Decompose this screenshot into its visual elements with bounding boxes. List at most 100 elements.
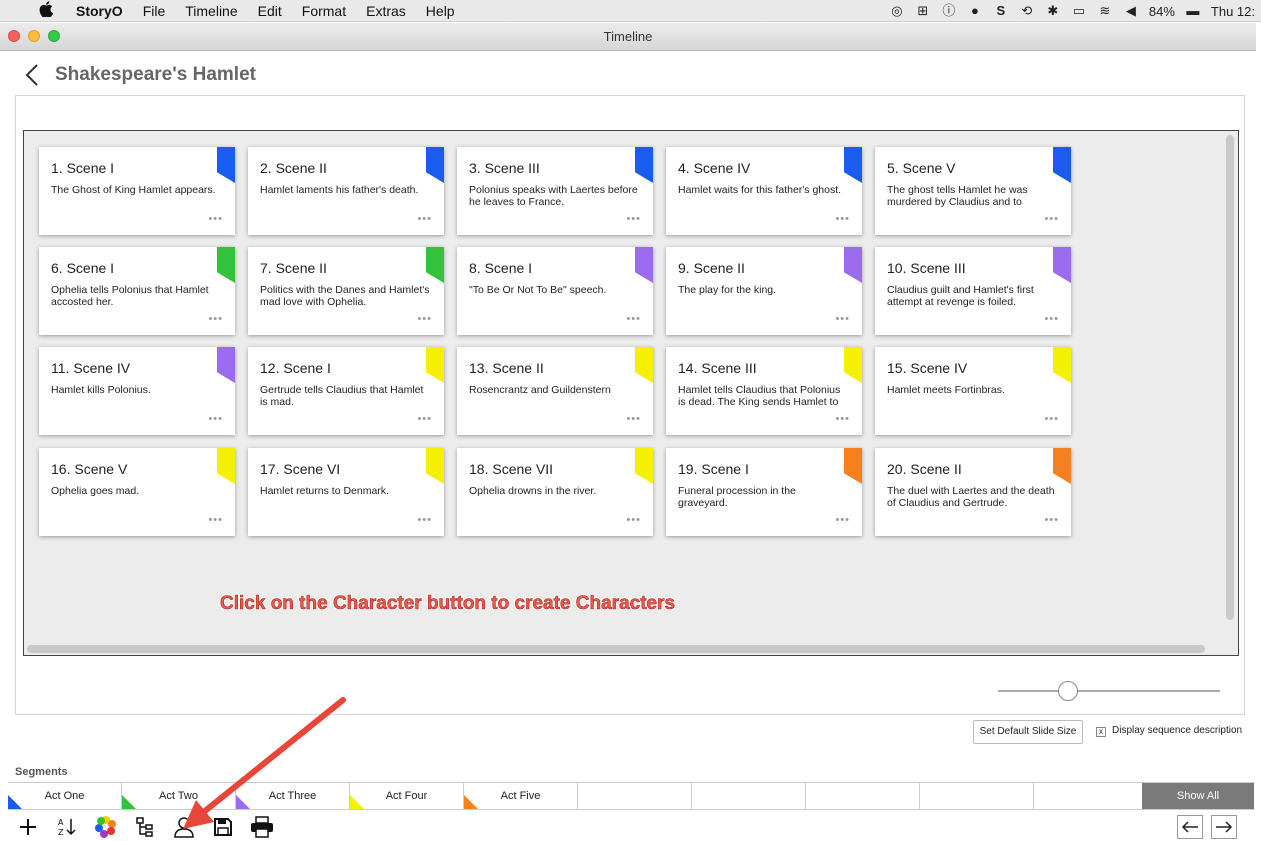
plus-icon[interactable] <box>16 815 40 839</box>
keyboard-icon[interactable]: ▭ <box>1071 3 1087 19</box>
display-sequence-checkbox[interactable]: x <box>1096 727 1106 737</box>
scene-card-title: 15. Scene IV <box>887 360 968 376</box>
menu-timeline[interactable]: Timeline <box>185 3 237 19</box>
segment-tab[interactable]: Act Three <box>236 783 350 809</box>
card-more-icon[interactable]: ••• <box>417 514 432 526</box>
menu-edit[interactable]: Edit <box>258 3 282 19</box>
segment-tab[interactable]: Act Five <box>464 783 578 809</box>
show-all-button[interactable]: Show All <box>1142 783 1254 809</box>
next-arrow-button[interactable] <box>1211 815 1237 839</box>
card-more-icon[interactable]: ••• <box>835 313 850 325</box>
segment-tab[interactable]: Act Two <box>122 783 236 809</box>
scene-card[interactable]: 9. Scene II The play for the king. ••• <box>666 247 862 335</box>
card-more-icon[interactable]: ••• <box>208 213 223 225</box>
card-more-icon[interactable]: ••• <box>626 413 641 425</box>
segment-color-flag <box>635 247 653 283</box>
segment-tab[interactable] <box>806 783 920 809</box>
segment-tab[interactable] <box>692 783 806 809</box>
card-more-icon[interactable]: ••• <box>417 213 432 225</box>
card-more-icon[interactable]: ••• <box>1044 213 1059 225</box>
segment-color-flag <box>426 147 444 183</box>
segment-label: Act Four <box>385 790 428 802</box>
set-default-slide-size-button[interactable]: Set Default Slide Size <box>973 720 1083 744</box>
scene-card[interactable]: 14. Scene III Hamlet tells Claudius that … <box>666 347 862 435</box>
cloud-sync-icon[interactable]: ◎ <box>889 3 905 19</box>
segment-color-flag <box>217 347 235 383</box>
color-wheel-icon[interactable] <box>94 815 118 839</box>
print-icon[interactable] <box>250 815 274 839</box>
scene-card[interactable]: 5. Scene V The ghost tells Hamlet he was … <box>875 147 1071 235</box>
menu-extras[interactable]: Extras <box>366 3 406 19</box>
segment-color-flag <box>844 147 862 183</box>
card-more-icon[interactable]: ••• <box>1044 514 1059 526</box>
scene-card[interactable]: 17. Scene VI Hamlet returns to Denmark. ••… <box>248 448 444 536</box>
card-more-icon[interactable]: ••• <box>835 514 850 526</box>
save-icon[interactable] <box>211 815 235 839</box>
character-icon[interactable] <box>172 815 196 839</box>
card-more-icon[interactable]: ••• <box>417 413 432 425</box>
card-more-icon[interactable]: ••• <box>417 313 432 325</box>
card-more-icon[interactable]: ••• <box>208 514 223 526</box>
scene-card[interactable]: 10. Scene III Claudius guilt and Hamlet's… <box>875 247 1071 335</box>
scene-card[interactable]: 13. Scene II Rosencrantz and Guildenstern… <box>457 347 653 435</box>
scene-card[interactable]: 15. Scene IV Hamlet meets Fortinbras. ••• <box>875 347 1071 435</box>
slide-size-slider-track[interactable] <box>998 690 1220 692</box>
slide-size-slider-thumb[interactable] <box>1058 681 1078 701</box>
scene-card[interactable]: 6. Scene I Ophelia tells Polonius that Ha… <box>39 247 235 335</box>
card-more-icon[interactable]: ••• <box>626 213 641 225</box>
card-more-icon[interactable]: ••• <box>208 413 223 425</box>
scene-card[interactable]: 1. Scene I The Ghost of King Hamlet appea… <box>39 147 235 235</box>
network-icon[interactable]: ⊞ <box>915 3 931 19</box>
scene-card[interactable]: 18. Scene VII Ophelia drowns in the river… <box>457 448 653 536</box>
display-sequence-label: Display sequence description <box>1112 725 1243 736</box>
menu-help[interactable]: Help <box>426 3 455 19</box>
scene-card[interactable]: 16. Scene V Ophelia goes mad. ••• <box>39 448 235 536</box>
s-app-icon[interactable]: S <box>993 3 1009 19</box>
segment-tab[interactable] <box>1034 783 1148 809</box>
battery-icon[interactable]: ▬ <box>1185 3 1201 19</box>
app-status-icon[interactable]: ● <box>967 3 983 19</box>
back-chevron-icon[interactable] <box>22 63 44 87</box>
previous-arrow-button[interactable] <box>1177 815 1203 839</box>
menu-format[interactable]: Format <box>302 3 346 19</box>
scene-card[interactable]: 4. Scene IV Hamlet waits for this father'… <box>666 147 862 235</box>
segment-tab[interactable] <box>578 783 692 809</box>
card-more-icon[interactable]: ••• <box>626 313 641 325</box>
scene-card[interactable]: 2. Scene II Hamlet laments his father's d… <box>248 147 444 235</box>
segment-tab[interactable]: Act Four <box>350 783 464 809</box>
time-machine-icon[interactable]: ⟲ <box>1019 3 1035 19</box>
horizontal-scrollbar[interactable] <box>27 645 1205 653</box>
scene-card[interactable]: 8. Scene I "To Be Or Not To Be" speech. ••… <box>457 247 653 335</box>
segment-color-marker <box>464 795 478 809</box>
card-more-icon[interactable]: ••• <box>626 514 641 526</box>
scene-card[interactable]: 20. Scene II The duel with Laertes and th… <box>875 448 1071 536</box>
alert-icon[interactable]: ⓘ <box>941 3 957 19</box>
sort-az-icon[interactable]: AZ <box>55 815 79 839</box>
card-more-icon[interactable]: ••• <box>835 413 850 425</box>
card-more-icon[interactable]: ••• <box>208 313 223 325</box>
card-more-icon[interactable]: ••• <box>835 213 850 225</box>
card-more-icon[interactable]: ••• <box>1044 413 1059 425</box>
segment-label: Act One <box>44 790 85 802</box>
scene-card[interactable]: 12. Scene I Gertrude tells Claudius that … <box>248 347 444 435</box>
wifi-icon[interactable]: ≋ <box>1097 3 1113 19</box>
segment-tab[interactable]: Act One <box>8 783 122 809</box>
volume-icon[interactable]: ◀ <box>1123 3 1139 19</box>
scene-card[interactable]: 19. Scene I Funeral procession in the gra… <box>666 448 862 536</box>
vertical-scrollbar[interactable] <box>1226 135 1234 620</box>
segment-tab[interactable] <box>920 783 1034 809</box>
segment-color-marker <box>236 795 250 809</box>
bluetooth-icon[interactable]: ✱ <box>1045 3 1061 19</box>
scene-card[interactable]: 3. Scene III Polonius speaks with Laertes… <box>457 147 653 235</box>
menu-file[interactable]: File <box>143 3 166 19</box>
scene-card[interactable]: 11. Scene IV Hamlet kills Polonius. ••• <box>39 347 235 435</box>
page-title: Shakespeare's Hamlet <box>55 64 256 85</box>
card-more-icon[interactable]: ••• <box>1044 313 1059 325</box>
menubar-clock[interactable]: Thu 12: <box>1211 4 1255 19</box>
apple-icon[interactable] <box>36 0 56 21</box>
window-title: Timeline <box>603 29 653 44</box>
scene-card-description: Rosencrantz and Guildenstern <box>469 384 611 396</box>
scene-card[interactable]: 7. Scene II Politics with the Danes and H… <box>248 247 444 335</box>
menu-app-storyo[interactable]: StoryO <box>76 3 123 19</box>
hierarchy-icon[interactable] <box>133 815 157 839</box>
